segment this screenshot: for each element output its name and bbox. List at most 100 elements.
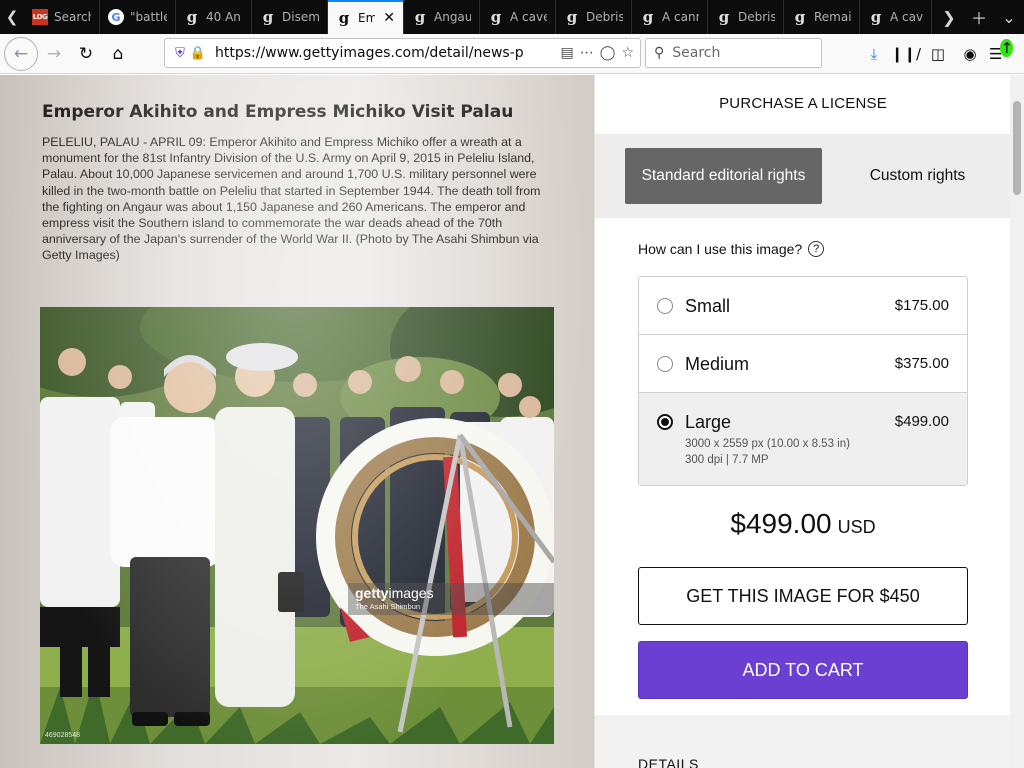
page-content: Emperor Akihito and Empress Michiko Visi… <box>0 75 1024 768</box>
tab-title: Disem <box>282 10 319 24</box>
arrow-right-icon: → <box>46 43 62 64</box>
tab-title: "battle <box>130 10 167 24</box>
gettyimages-icon: g <box>186 8 198 26</box>
tab-list: LOG Search G "battle g 40 An g Disem g E… <box>24 0 932 34</box>
reload-icon: ↻ <box>78 43 94 64</box>
usage-question-label: How can I use this image? <box>638 241 803 257</box>
gettyimages-logo: gettyimages <box>355 585 434 601</box>
size-price: $499.00 <box>894 413 949 430</box>
size-name: Medium <box>685 354 750 374</box>
tab-title: Search <box>54 10 91 24</box>
browser-tab[interactable]: g Debris <box>556 0 632 34</box>
browser-tab[interactable]: g A cave <box>480 0 556 34</box>
license-panel: PURCHASE A LICENSE Standard editorial ri… <box>594 75 1011 768</box>
account-icon[interactable]: ◉ <box>954 45 986 63</box>
watermark-credit: The Asahi Shimbun <box>355 602 421 611</box>
get-image-button[interactable]: GET THIS IMAGE FOR $450 <box>638 567 968 625</box>
tab-title: Debris <box>586 10 623 24</box>
navigation-toolbar: ← → ↻ ⌂ ⛨ 🔒 https://www.gettyimages.com/… <box>0 34 1024 74</box>
tab-title: Em <box>358 11 375 25</box>
sidebar-icon[interactable]: ◫ <box>922 45 954 63</box>
browser-tab[interactable]: g Disem <box>252 0 328 34</box>
page-scrollbar[interactable] <box>1010 75 1024 768</box>
search-input[interactable] <box>672 45 803 61</box>
rights-selector: Standard editorial rights Custom rights <box>595 134 1011 218</box>
tab-strip: ❮ LOG Search G "battle g 40 An g Disem g… <box>0 0 1024 34</box>
browser-tab[interactable]: g 40 An <box>176 0 252 34</box>
close-tab-icon[interactable]: ✕ <box>383 10 395 26</box>
size-specs: 300 dpi | 7.7 MP <box>685 454 769 466</box>
tab-title: Remai <box>814 10 851 24</box>
total-currency: USD <box>837 517 876 537</box>
tab-scroll-left-icon[interactable]: ❮ <box>0 0 24 34</box>
gettyimages-icon: g <box>490 8 502 26</box>
browser-tab[interactable]: LOG Search <box>24 0 100 34</box>
custom-rights-button[interactable]: Custom rights <box>819 148 1016 204</box>
tab-tools: ❯ ＋ ⌄ <box>934 0 1024 34</box>
tab-scroll-right-icon[interactable]: ❯ <box>934 8 964 27</box>
radio-button[interactable] <box>657 356 673 372</box>
image-panel: Emperor Akihito and Empress Michiko Visi… <box>0 75 594 768</box>
browser-tab[interactable]: g Debris <box>708 0 784 34</box>
browser-tab-active[interactable]: g Em ✕ <box>328 0 404 34</box>
forward-button[interactable]: → <box>38 38 70 70</box>
gettyimages-icon: g <box>794 8 806 26</box>
back-button[interactable]: ← <box>4 36 38 71</box>
pocket-icon[interactable]: ◯ <box>600 45 616 61</box>
radio-button[interactable] <box>657 298 673 314</box>
menu-icon[interactable]: ☰↑ <box>986 39 1018 63</box>
browser-tab[interactable]: g A cave <box>860 0 932 34</box>
reader-view-icon[interactable]: ▤ <box>561 45 574 61</box>
lock-icon[interactable]: 🔒 <box>189 46 207 61</box>
log-icon: LOG <box>32 9 48 25</box>
size-dimensions: 3000 x 2559 px (10.00 x 8.53 in) <box>685 438 850 450</box>
details-heading[interactable]: DETAILS <box>638 756 699 768</box>
search-icon: ⚲ <box>654 45 665 61</box>
size-name: Large <box>685 412 732 432</box>
search-bar[interactable]: ⚲ <box>645 38 822 68</box>
update-badge-icon: ↑ <box>1000 39 1014 57</box>
bookmark-star-icon[interactable]: ☆ <box>621 45 634 61</box>
usage-question: How can I use this image? ? <box>638 241 825 257</box>
radio-button-selected[interactable] <box>657 414 673 430</box>
toolbar-icons: ⤓ ❙❙∕ ◫ ◉ ☰↑ <box>858 38 1018 70</box>
size-details: 3000 x 2559 px (10.00 x 8.53 in) 300 dpi… <box>685 436 850 468</box>
gettyimages-icon: g <box>338 9 350 27</box>
url-bar[interactable]: ⛨ 🔒 https://www.gettyimages.com/detail/n… <box>164 38 641 68</box>
home-icon: ⌂ <box>112 43 124 64</box>
gettyimages-icon: g <box>718 8 730 26</box>
home-button[interactable]: ⌂ <box>102 38 134 70</box>
size-option-small[interactable]: Small $175.00 <box>639 277 967 335</box>
url-text[interactable]: https://www.gettyimages.com/detail/news-… <box>207 45 561 61</box>
tab-title: A cave <box>890 10 923 24</box>
watermark: gettyimages The Asahi Shimbun <box>348 583 554 615</box>
new-tab-icon[interactable]: ＋ <box>964 5 994 29</box>
tab-title: A cann <box>662 10 699 24</box>
photo[interactable]: gettyimages The Asahi Shimbun 469028548 <box>40 307 554 744</box>
tab-list-chevron-icon[interactable]: ⌄ <box>994 8 1024 27</box>
total-price: $499.00 USD <box>595 508 1011 540</box>
library-icon[interactable]: ❙❙∕ <box>890 45 922 63</box>
size-option-large[interactable]: Large $499.00 3000 x 2559 px (10.00 x 8.… <box>639 393 967 485</box>
browser-tab[interactable]: g Angau <box>404 0 480 34</box>
size-option-medium[interactable]: Medium $375.00 <box>639 335 967 393</box>
browser-tab[interactable]: g Remai <box>784 0 860 34</box>
gettyimages-icon: g <box>414 8 426 26</box>
scrollbar-thumb[interactable] <box>1013 101 1021 195</box>
standard-rights-button[interactable]: Standard editorial rights <box>625 148 822 204</box>
tab-title: Debris <box>738 10 775 24</box>
google-icon: G <box>108 9 124 25</box>
browser-tab[interactable]: G "battle <box>100 0 176 34</box>
tab-title: A cave <box>510 10 547 24</box>
image-caption: PELELIU, PALAU - APRIL 09: Emperor Akihi… <box>42 135 541 263</box>
page-actions-icon[interactable]: ⋯ <box>580 45 594 61</box>
tab-title: Angau <box>434 10 471 24</box>
browser-tab[interactable]: g A cann <box>632 0 708 34</box>
tracking-shield-icon[interactable]: ⛨ <box>171 46 189 61</box>
download-icon[interactable]: ⤓ <box>858 45 890 63</box>
reload-button[interactable]: ↻ <box>70 38 102 70</box>
size-options: Small $175.00 Medium $375.00 Large $499.… <box>638 276 968 486</box>
add-to-cart-button[interactable]: ADD TO CART <box>638 641 968 699</box>
image-id: 469028548 <box>45 732 81 739</box>
help-icon[interactable]: ? <box>808 241 825 257</box>
